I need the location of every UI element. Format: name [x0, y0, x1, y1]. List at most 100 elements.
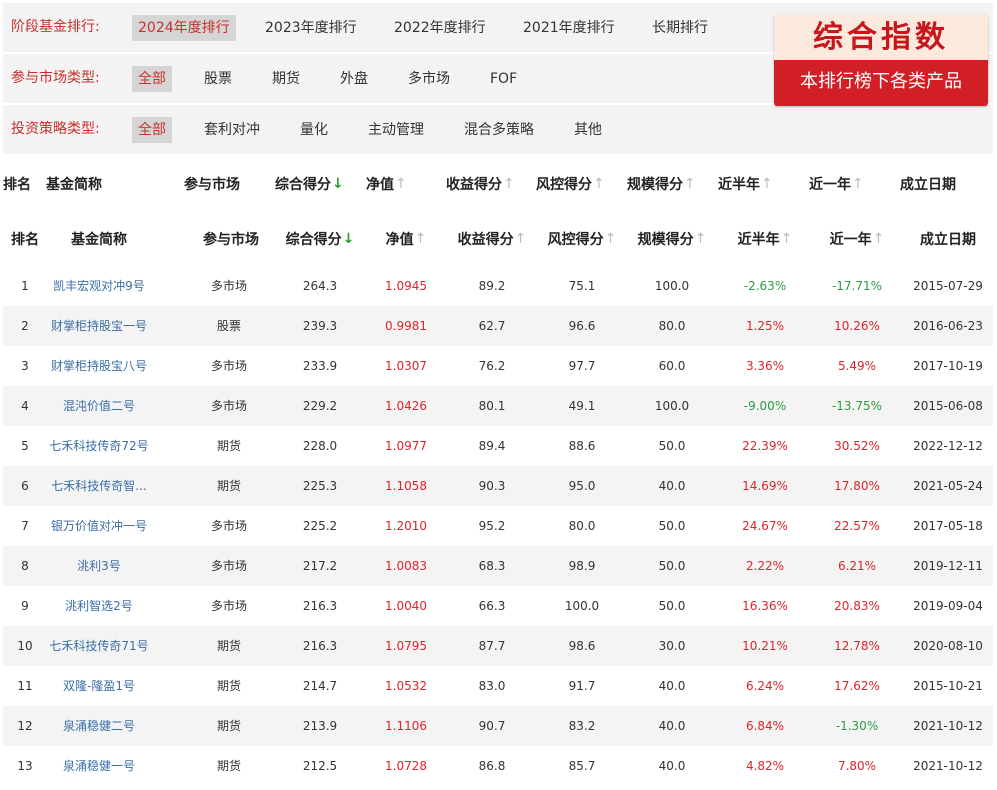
header-one-year[interactable]: 近一年 ↑ — [811, 212, 903, 266]
up-arrow-icon: ↑ — [593, 176, 605, 192]
rank-cell: 7 — [21, 519, 29, 533]
return-score-cell: 86.8 — [478, 759, 506, 773]
market-cell: 多市场 — [210, 559, 247, 573]
market-cell: 期货 — [216, 679, 241, 693]
fund-name-link[interactable]: 混沌价值二号 — [47, 386, 151, 426]
stage-option-2022[interactable]: 2022年度排行 — [388, 15, 492, 41]
return-score-cell: 90.7 — [478, 719, 506, 733]
header-rank: 排名 — [11, 232, 39, 248]
scale-score-cell: 40.0 — [658, 719, 686, 733]
one-year-cell: 6.21% — [837, 559, 877, 573]
rank-cell: 11 — [17, 679, 33, 693]
header-risk-score[interactable]: 风控得分 ↑ — [539, 212, 625, 266]
header-half-year[interactable]: 近半年 ↑ — [719, 212, 811, 266]
fund-name-link[interactable]: 泉涌稳健二号 — [47, 706, 151, 746]
half-year-cell: 6.24% — [745, 679, 785, 693]
market-cell: 股票 — [216, 319, 241, 333]
market-option-futures[interactable]: 期货 — [266, 66, 306, 92]
sticky-header-scale-score[interactable]: 规模得分 ↑ — [627, 156, 696, 212]
down-arrow-icon: ↓ — [332, 176, 344, 192]
up-arrow-icon: ↑ — [872, 231, 885, 247]
up-arrow-icon: ↑ — [503, 176, 515, 192]
market-cell: 多市场 — [210, 359, 247, 373]
one-year-cell: 17.62% — [834, 679, 880, 693]
risk-score-cell: 49.1 — [568, 399, 596, 413]
table-row: 2 财掌柜持股宝一号 股票 239.3 0.9981 62.7 96.6 80.0 1.25% 1… — [3, 306, 993, 346]
stage-option-long-term[interactable]: 长期排行 — [646, 15, 714, 41]
fund-name-link[interactable]: 双隆-隆盈1号 — [47, 666, 151, 706]
score-cell: 225.2 — [302, 519, 338, 533]
sticky-header-return-score[interactable]: 收益得分 ↑ — [446, 156, 515, 212]
strategy-option-other[interactable]: 其他 — [568, 117, 608, 143]
risk-score-cell: 98.9 — [568, 559, 596, 573]
market-cell: 多市场 — [210, 399, 247, 413]
stage-option-2023[interactable]: 2023年度排行 — [259, 15, 363, 41]
table-header: 排名 基金简称 参与市场 综合得分 ↓ 净值 ↑ 收益得分 ↑ 风控得分 ↑ 规模得分 ↑… — [3, 212, 993, 266]
nav-cell: 1.1106 — [385, 719, 427, 733]
market-option-multi[interactable]: 多市场 — [402, 66, 456, 92]
header-return-score[interactable]: 收益得分 ↑ — [449, 212, 535, 266]
strategy-option-arbitrage[interactable]: 套利对冲 — [198, 117, 266, 143]
fund-name-link[interactable]: 七禾科技传奇71号 — [47, 626, 151, 666]
market-option-stocks[interactable]: 股票 — [198, 66, 238, 92]
inception-cell: 2021-05-24 — [913, 479, 983, 493]
market-cell: 期货 — [216, 439, 241, 453]
up-arrow-icon: ↑ — [604, 231, 617, 247]
header-risk-label: 风控得分 — [547, 232, 604, 248]
score-cell: 229.2 — [302, 399, 338, 413]
one-year-cell: 5.49% — [837, 359, 877, 373]
strategy-option-active[interactable]: 主动管理 — [362, 117, 430, 143]
score-cell: 216.3 — [302, 599, 338, 613]
one-year-cell: 10.26% — [834, 319, 880, 333]
nav-cell: 1.0795 — [385, 639, 427, 653]
header-nav[interactable]: 净值 ↑ — [363, 212, 449, 266]
fund-name-link[interactable]: 七禾科技传奇72号 — [47, 426, 151, 466]
sticky-header-half-year[interactable]: 近半年 ↑ — [718, 156, 773, 212]
fund-name-link[interactable]: 财掌柜持股宝八号 — [47, 346, 151, 386]
risk-score-cell: 91.7 — [568, 679, 596, 693]
sticky-header-year-label: 近一年 — [809, 177, 851, 193]
fund-name-link[interactable]: 洮利3号 — [47, 546, 151, 586]
score-cell: 225.3 — [302, 479, 338, 493]
rank-cell: 10 — [17, 639, 33, 653]
market-option-fof[interactable]: FOF — [484, 66, 523, 92]
one-year-cell: -1.30% — [835, 719, 879, 733]
half-year-cell: 24.67% — [742, 519, 788, 533]
up-arrow-icon: ↑ — [761, 176, 773, 192]
inception-cell: 2015-07-29 — [913, 279, 983, 293]
fund-name-link[interactable]: 财掌柜持股宝一号 — [47, 306, 151, 346]
strategy-option-all[interactable]: 全部 — [132, 117, 172, 143]
rank-cell: 5 — [21, 439, 29, 453]
strategy-option-mixed[interactable]: 混合多策略 — [458, 117, 540, 143]
strategy-option-quant[interactable]: 量化 — [294, 117, 334, 143]
market-option-overseas[interactable]: 外盘 — [334, 66, 374, 92]
composite-index-badge[interactable]: 综合指数 本排行榜下各类产品 — [774, 14, 988, 106]
sticky-header-risk-score[interactable]: 风控得分 ↑ — [536, 156, 605, 212]
header-score-label: 综合得分 — [285, 232, 342, 248]
sticky-header-score[interactable]: 综合得分 ↓ — [275, 156, 344, 212]
stage-option-2021[interactable]: 2021年度排行 — [517, 15, 621, 41]
one-year-cell: 12.78% — [834, 639, 880, 653]
market-option-all[interactable]: 全部 — [132, 66, 172, 92]
strategy-filter-label: 投资策略类型: — [11, 121, 100, 137]
stage-option-2024[interactable]: 2024年度排行 — [132, 15, 236, 41]
fund-name-link[interactable]: 洮利智选2号 — [47, 586, 151, 626]
header-score[interactable]: 综合得分 ↓ — [277, 212, 363, 266]
scale-score-cell: 50.0 — [658, 519, 686, 533]
table-row: 5 七禾科技传奇72号 期货 228.0 1.0977 89.4 88.6 50.0 22.39… — [3, 426, 993, 466]
return-score-cell: 89.4 — [478, 439, 506, 453]
table-row: 11 双隆-隆盈1号 期货 214.7 1.0532 83.0 91.7 40.0 6.24% 1… — [3, 666, 993, 706]
nav-cell: 1.0083 — [385, 559, 427, 573]
inception-cell: 2019-09-04 — [913, 599, 983, 613]
sticky-header-one-year[interactable]: 近一年 ↑ — [809, 156, 864, 212]
fund-name-link[interactable]: 银万价值对冲一号 — [47, 506, 151, 546]
one-year-cell: 7.80% — [837, 759, 877, 773]
fund-name-link[interactable]: 七禾科技传奇智... — [47, 466, 151, 506]
risk-score-cell: 100.0 — [564, 599, 600, 613]
scale-score-cell: 30.0 — [658, 639, 686, 653]
fund-name-link[interactable]: 凯丰宏观对冲9号 — [47, 266, 151, 306]
sticky-header-nav[interactable]: 净值 ↑ — [366, 156, 407, 212]
inception-cell: 2021-10-12 — [913, 719, 983, 733]
header-scale-score[interactable]: 规模得分 ↑ — [629, 212, 715, 266]
fund-name-link[interactable]: 泉涌稳健一号 — [47, 746, 151, 786]
